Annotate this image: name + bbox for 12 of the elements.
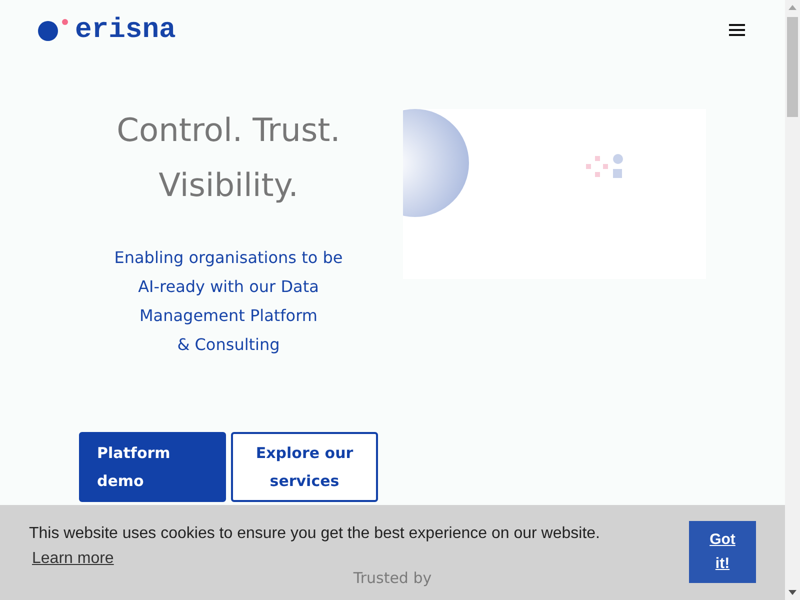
menu-button[interactable] (729, 23, 745, 37)
hero-subtitle: Enabling organisations to be AI-ready with our Data Management Platform & Consulting (114, 247, 343, 356)
services-button[interactable]: Explore our services (231, 432, 378, 502)
learn-more-link[interactable]: Learn more (29, 548, 117, 570)
accept-button[interactable]: Got it! (689, 521, 756, 583)
trusted-heading: Trusted by (353, 569, 432, 587)
cookie-message: This website uses cookies to ensure you get the best experience on our website. (29, 525, 600, 543)
logo-text[interactable]: erisna (75, 14, 176, 46)
logo-icon (38, 19, 69, 41)
hero-title: Control. Trust. Visibility. (116, 110, 340, 206)
scrollbar[interactable] (785, 0, 800, 600)
demo-button[interactable]: Platform demo (79, 432, 226, 502)
